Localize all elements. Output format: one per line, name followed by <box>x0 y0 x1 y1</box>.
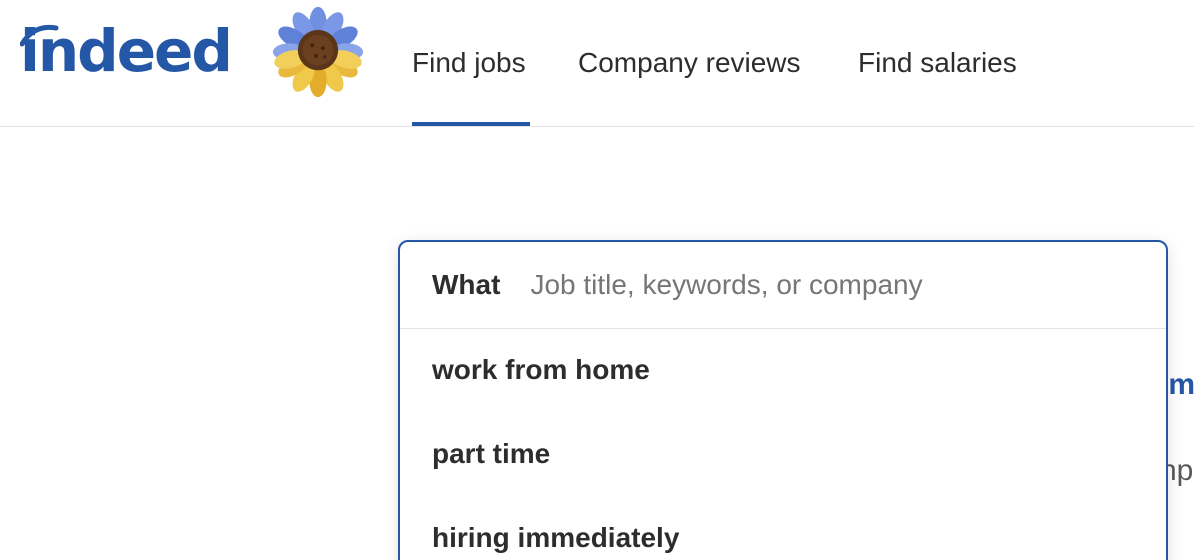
tab-find-jobs[interactable]: Find jobs <box>412 0 530 126</box>
sunflower-icon <box>272 6 364 98</box>
suggestion-item[interactable]: part time <box>400 412 1166 496</box>
logo-wordmark: indeed <box>20 17 233 85</box>
what-search-input[interactable] <box>530 269 1166 301</box>
tab-find-salaries-label: Find salaries <box>858 47 1017 78</box>
what-label: What <box>432 269 501 300</box>
indeed-logo[interactable]: indeed <box>20 17 233 85</box>
tab-company-reviews-label: Company reviews <box>578 47 801 78</box>
suggestion-item[interactable]: hiring immediately <box>400 496 1166 560</box>
tab-company-reviews[interactable]: Company reviews <box>578 0 801 126</box>
tab-find-salaries[interactable]: Find salaries <box>858 0 1017 126</box>
suggestion-list: work from home part time hiring immediat… <box>400 328 1166 560</box>
what-search-row[interactable]: What <box>400 242 1166 329</box>
top-header: indeed Find jobs Company reviews Find sa… <box>0 0 1194 127</box>
tab-find-jobs-label: Find jobs <box>412 47 526 78</box>
suggestion-item[interactable]: work from home <box>400 328 1166 412</box>
what-search-dropdown: What work from home part time hiring imm… <box>398 240 1168 560</box>
page: ım np indeed Find jobs Company reviews F… <box>0 0 1194 560</box>
